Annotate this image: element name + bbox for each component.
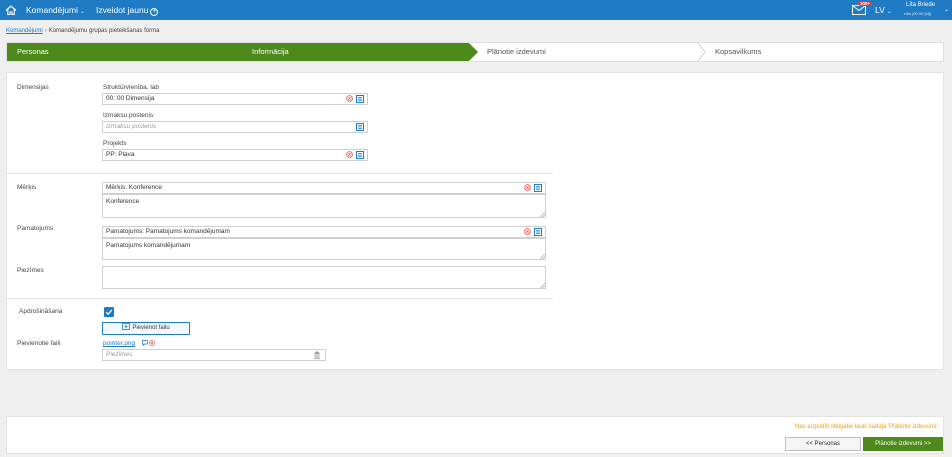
comment-icon[interactable]: [142, 340, 148, 346]
lookup-icon[interactable]: [356, 95, 364, 103]
label-piezimes: Piezīmes: [17, 267, 44, 274]
home-icon[interactable]: [5, 4, 17, 16]
izmaksu-postenis-field[interactable]: Izmaksu postenis: [102, 121, 368, 133]
strukturvieniba-value: 00: 00 Dimensija: [106, 95, 155, 102]
chevron-down-icon[interactable]: ⌄: [944, 6, 949, 13]
mail-icon[interactable]: [852, 5, 866, 15]
section-divider: [7, 298, 553, 299]
label-pievienotie-faili: Pievienotie faili: [17, 340, 61, 347]
label-pamatojums: Pamatojums: [17, 225, 54, 232]
resize-handle-icon[interactable]: [540, 283, 545, 288]
lookup-icon[interactable]: [534, 184, 542, 192]
resize-handle-icon[interactable]: [540, 212, 545, 217]
prev-step-label: << Personas: [805, 441, 841, 447]
merkis-select[interactable]: Mērķis: Konference: [102, 182, 546, 194]
resize-handle-icon[interactable]: [540, 254, 545, 259]
wizard-steps: Personas Informācija Plānotie izdevumi K…: [6, 42, 944, 62]
section-divider: [7, 173, 553, 174]
breadcrumb-current: Komandējumu grupas pieteikšanas forma: [48, 28, 160, 34]
menu-izveidot-jaunu[interactable]: Izveidot jaunu +: [96, 5, 159, 16]
top-navigation-bar: Komandējumi ⌄ Izveidot jaunu + 100+ LV ⌄ Lī…: [0, 0, 952, 20]
step-kopsavilkums-label: Kopsavilkums: [715, 47, 762, 56]
lookup-icon[interactable]: [356, 151, 364, 159]
label-izmaksu-postenis: Izmaksu postenis: [103, 112, 154, 119]
step-informacija-label: Informācija: [252, 47, 289, 56]
step-planotie-label: Plānotie izdevumi: [487, 47, 546, 56]
footer-panel: Nav aizpildīti obligātie lauki sadaļā 'P…: [6, 416, 944, 454]
piezimes-textarea[interactable]: [102, 266, 546, 289]
chevron-down-icon: ⌄: [886, 9, 892, 15]
language-selector[interactable]: LV ⌄: [875, 5, 892, 15]
label-apdrosinasana: Apdrošināšana: [19, 308, 63, 315]
projekts-field[interactable]: PP: Plava: [102, 149, 368, 161]
projekts-value: PP: Plava: [106, 151, 135, 158]
add-file-button[interactable]: Pievienot failu: [102, 322, 190, 335]
merkis-textarea[interactable]: Konference: [102, 194, 546, 218]
add-file-label: Pievienot failu: [132, 325, 170, 331]
checkmark-icon: [105, 309, 113, 316]
menu-komandejumi[interactable]: Komandējumi ⌄: [26, 5, 85, 15]
izmaksu-postenis-placeholder: Izmaksu postenis: [106, 123, 157, 130]
form-panel: Dimensijas Struktūrvienība, lab 00: 00 D…: [6, 72, 944, 370]
next-step-label: Plānotie izdevumi >>: [875, 441, 931, 447]
strukturvieniba-field[interactable]: 00: 00 Dimensija: [102, 93, 368, 105]
language-label: LV: [875, 5, 885, 15]
user-name[interactable]: Līta Briede: [906, 2, 935, 8]
pamatojums-select-value: Pamatojums: Pamatojums komandējumam: [106, 228, 230, 235]
pamatojums-select[interactable]: Pamatojums: Pamatojums komandējumam: [102, 226, 546, 238]
step-personas-label: Personas: [17, 47, 49, 56]
label-projekts: Projekts: [103, 140, 127, 147]
step-kopsavilkums[interactable]: Kopsavilkums: [705, 43, 943, 61]
validation-warning: Nav aizpildīti obligātie lauki sadaļā 'P…: [794, 424, 939, 430]
clear-icon[interactable]: [524, 228, 531, 235]
chevron-down-icon: ⌄: [79, 9, 86, 15]
breadcrumb-separator: ›: [44, 28, 47, 34]
merkis-select-value: Mērķis: Konference: [106, 184, 162, 191]
trash-icon[interactable]: [313, 351, 321, 359]
menu-komandejumi-label: Komandējumi: [26, 5, 78, 15]
add-file-icon: [122, 323, 131, 330]
file-note-field[interactable]: Piezīmes: [102, 349, 326, 361]
label-merkis: Mērķis: [17, 184, 37, 191]
apdrosinasana-checkbox[interactable]: [104, 307, 114, 317]
file-note-placeholder: Piezīmes: [106, 351, 133, 358]
step-informacija[interactable]: Informācija: [242, 43, 469, 61]
notification-badge: 100+: [858, 1, 873, 6]
remove-icon[interactable]: [149, 340, 155, 346]
add-circle-icon: +: [150, 8, 159, 16]
breadcrumb-link-komandejumi[interactable]: Komandējumi: [6, 28, 43, 34]
step-planotie-izdevumi[interactable]: Plānotie izdevumi: [477, 43, 702, 61]
pamatojums-textarea[interactable]: Pamatojums komandējumam: [102, 238, 546, 260]
step-personas[interactable]: Personas: [7, 43, 241, 61]
label-dimensijas: Dimensijas: [17, 84, 49, 91]
attached-file-link[interactable]: pointer.png: [103, 340, 135, 347]
prev-step-button[interactable]: << Personas: [785, 437, 861, 451]
lookup-icon[interactable]: [356, 123, 364, 131]
clear-icon[interactable]: [346, 151, 353, 158]
clear-icon[interactable]: [346, 95, 353, 102]
pamatojums-text: Pamatojums komandējumam: [106, 242, 191, 249]
merkis-text: Konference: [106, 198, 140, 205]
next-step-button[interactable]: Plānotie izdevumi >>: [863, 437, 943, 451]
user-subtitle: rūta (00:00 [id]): [904, 11, 932, 16]
menu-izveidot-label: Izveidot jaunu: [96, 5, 149, 15]
label-strukturvieniba: Struktūrvienība, lab: [103, 84, 160, 91]
breadcrumb: Komandējumi › Komandējumu grupas pieteikša…: [6, 28, 159, 34]
lookup-icon[interactable]: [534, 228, 542, 236]
clear-icon[interactable]: [524, 184, 531, 191]
